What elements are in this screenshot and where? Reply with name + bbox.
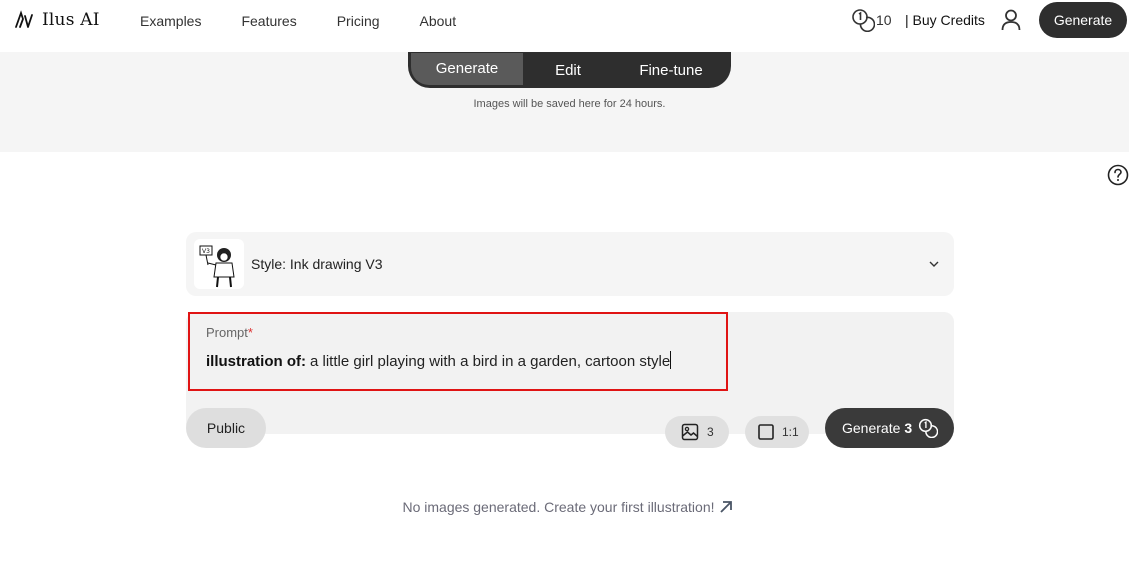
chevron-down-icon <box>929 261 939 267</box>
nav-link-examples[interactable]: Examples <box>140 12 201 30</box>
square-icon <box>758 424 774 440</box>
credits-count: 10 <box>876 12 892 28</box>
brand-logo[interactable]: Ilus AI <box>14 10 100 30</box>
ink-drawing-thumbnail-icon: V3 <box>199 245 235 288</box>
text-caret <box>670 351 672 369</box>
generate-cost: 3 <box>904 420 913 436</box>
buy-credits-link[interactable]: | Buy Credits <box>905 12 985 28</box>
image-count-selector[interactable]: 3 <box>665 416 729 448</box>
prompt-label: Prompt* <box>206 325 253 340</box>
coins-icon <box>852 9 875 32</box>
prompt-input[interactable]: illustration of: a little girl playing wi… <box>206 351 672 370</box>
user-icon[interactable] <box>1001 9 1021 31</box>
nav-link-features[interactable]: Features <box>241 12 296 30</box>
ilus-logo-icon <box>15 10 33 28</box>
tab-fine-tune[interactable]: Fine-tune <box>613 54 729 86</box>
aspect-ratio-selector[interactable]: 1:1 <box>745 416 809 448</box>
tab-edit[interactable]: Edit <box>523 54 613 86</box>
style-label: Style: Ink drawing V3 <box>251 256 383 272</box>
style-thumbnail: V3 <box>194 239 244 289</box>
empty-state-message[interactable]: No images generated. Create your first i… <box>0 499 1129 515</box>
style-selector[interactable]: V3 Style: Ink drawing V3 <box>186 232 954 296</box>
help-icon[interactable] <box>1107 164 1129 186</box>
save-note: Images will be saved here for 24 hours. <box>473 98 666 110</box>
prompt-value: a little girl playing with a bird in a g… <box>310 353 671 370</box>
arrow-up-right-icon <box>719 501 732 513</box>
image-count-value: 3 <box>707 425 714 439</box>
nav-link-pricing[interactable]: Pricing <box>337 12 380 30</box>
mode-tabs: Generate Edit Fine-tune <box>408 52 731 88</box>
empty-state-text: No images generated. Create your first i… <box>402 499 715 515</box>
nav-generate-button[interactable]: Generate <box>1039 2 1127 38</box>
prompt-prefix: illustration of: <box>206 353 306 370</box>
top-nav: Ilus AI Examples Features Pricing About … <box>0 0 1129 52</box>
prompt-label-text: Prompt <box>206 325 248 340</box>
generate-button[interactable]: Generate 3 <box>825 408 954 448</box>
image-icon <box>681 423 699 441</box>
nav-link-about[interactable]: About <box>420 12 457 30</box>
visibility-toggle[interactable]: Public <box>186 408 266 448</box>
credits-balance[interactable]: 10 <box>851 8 892 32</box>
aspect-ratio-value: 1:1 <box>782 425 799 439</box>
tab-generate[interactable]: Generate <box>411 52 523 85</box>
coins-icon <box>919 418 939 438</box>
thumb-badge-text: V3 <box>202 248 210 255</box>
brand-name: Ilus AI <box>42 10 100 30</box>
required-mark: * <box>247 325 253 340</box>
generate-button-label: Generate <box>842 420 901 436</box>
nav-links: Examples Features Pricing About <box>140 12 496 30</box>
